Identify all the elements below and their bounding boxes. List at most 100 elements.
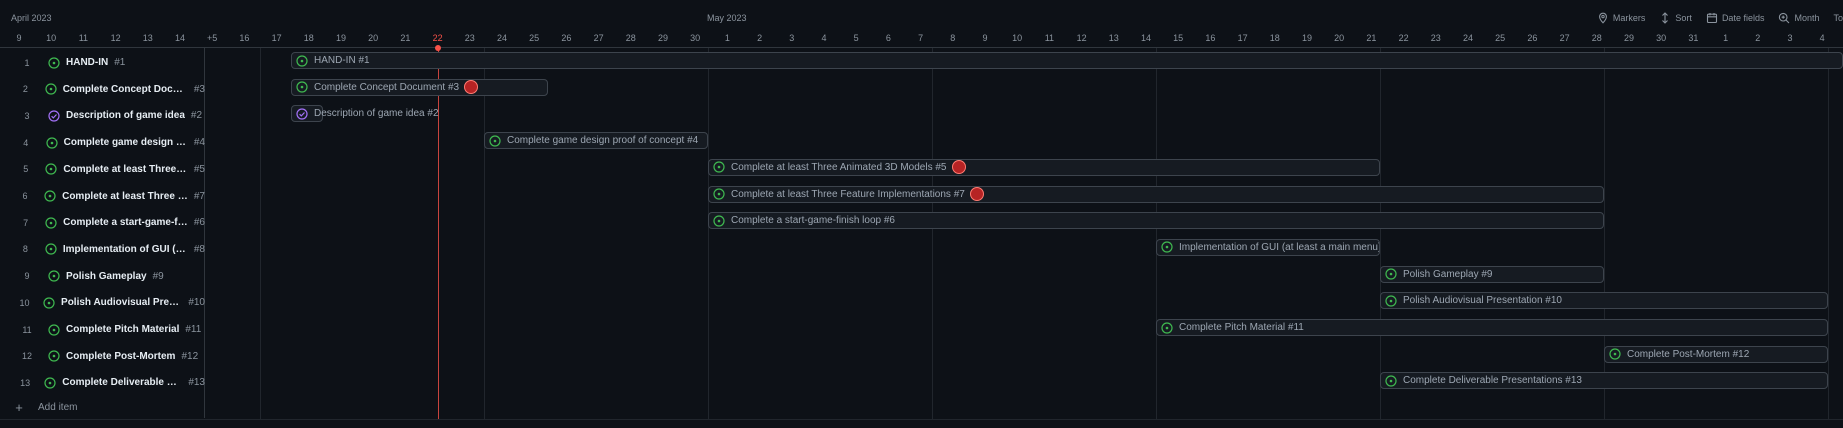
open-issue-icon [1385,268,1397,280]
week-grid-line [932,48,933,420]
item-title[interactable]: Polish Audiovisual Presen... [61,297,182,308]
timeline-bar[interactable]: Complete Pitch Material #11 [1156,319,1828,336]
bar-label: Complete Concept Document #3 [314,81,460,93]
assignee-avatar[interactable] [464,80,479,95]
item-title[interactable]: Implementation of GUI (at ... [63,244,188,255]
item-title[interactable]: Complete at least Three Fe... [62,191,188,202]
item-title[interactable]: Complete Pitch Material [66,324,179,335]
month-label-april: April 2023 [11,13,52,23]
timeline-bar[interactable]: Description of game idea #2 [291,105,439,123]
day-label: 7 [918,33,924,43]
timeline-bar[interactable]: Polish Gameplay #9 [1380,265,1604,283]
list-item[interactable]: 7 Complete a start-game-fin... #6 [0,209,205,236]
list-item[interactable]: 4 Complete game design pr... #4 [0,129,205,156]
list-item[interactable]: 11 Complete Pitch Material #11 [0,316,205,343]
bottom-scroll-area [0,419,1843,428]
timeline-bar[interactable]: Complete a start-game-finish loop #6 [708,212,1604,230]
day-label: 23 [464,33,475,43]
assignee-avatar[interactable] [969,187,984,201]
list-item[interactable]: 10 Polish Audiovisual Presen... #10 [0,289,205,316]
item-title[interactable]: Complete a start-game-fin... [63,217,188,228]
item-title[interactable]: Complete Concept Docum... [63,84,188,95]
add-item-button[interactable]: + Add item [0,396,77,418]
timeline-bar[interactable]: Complete Post-Mortem #12 [1604,345,1828,363]
row-number: 13 [20,377,31,388]
list-item[interactable]: 5 Complete at least Three A... #5 [0,156,205,183]
open-issue-icon [489,134,501,147]
day-label: 3 [789,33,795,43]
list-item[interactable]: 1 HAND-IN #1 [0,49,205,76]
sort-button[interactable]: Sort [1659,12,1692,24]
open-issue-icon [296,54,308,67]
assignee-avatar[interactable] [951,160,966,175]
open-issue-icon [44,190,56,202]
day-label: 26 [561,33,572,43]
timeline-bar[interactable]: Implementation of GUI (at least a main m… [1156,238,1380,256]
row-number: 10 [19,297,30,308]
row-number: 4 [23,137,29,148]
day-label: 11 [1044,33,1055,43]
timeline-bar[interactable]: Complete Concept Document #3 [291,78,548,96]
issue-number: #5 [193,163,205,175]
issue-number: #2 [190,110,203,122]
open-issue-icon [1385,295,1397,307]
list-item[interactable]: 3 Description of game idea #2 [0,102,205,129]
week-grid-line [260,48,261,420]
item-title[interactable]: Complete at least Three A... [63,164,187,175]
markers-label: Markers [1612,13,1646,23]
day-label: 25 [529,33,540,43]
item-title[interactable]: Description of game idea [66,110,185,121]
timeline-bar[interactable]: Complete Deliverable Presentations #13 [1380,372,1828,390]
header-divider [0,47,1843,48]
sort-arrows-icon [1662,12,1669,24]
list-item[interactable]: 12 Complete Post-Mortem #12 [0,343,205,370]
row-number: 1 [24,57,30,68]
open-issue-icon [45,163,57,175]
open-issue-icon [48,270,60,282]
day-label: 4 [1819,33,1825,43]
zoom-button[interactable]: Month [1778,12,1819,24]
week-grid-line [1380,48,1381,420]
timeline-bar[interactable]: Complete at least Three Feature Implemen… [708,185,1604,203]
week-grid-line [484,48,485,420]
markers-button[interactable]: Markers [1597,12,1646,24]
item-list: 1 HAND-IN #1 2 Complete Concept Docum... #3 3 D… [0,48,205,418]
today-button[interactable]: To [1833,13,1843,23]
list-item[interactable]: 13 Complete Deliverable Pre... #13 [0,369,205,396]
timeline-bar[interactable]: Complete game design proof of concept #4 [484,132,708,150]
list-item[interactable]: 9 Polish Gameplay #9 [0,263,205,290]
timeline-bar[interactable]: Polish Audiovisual Presentation #10 [1380,292,1828,310]
open-issue-icon [713,188,725,200]
item-title[interactable]: Complete Deliverable Pre... [62,377,182,388]
issue-number: #13 [188,377,205,389]
day-label: 28 [625,33,636,43]
timeline-bar[interactable]: Complete at least Three Animated 3D Mode… [708,158,1380,176]
day-label: 28 [1591,33,1602,43]
item-title[interactable]: Complete game design pr... [64,137,188,148]
day-label: 5 [853,33,859,43]
open-issue-icon [43,297,55,309]
issue-number: #3 [193,83,205,95]
open-issue-icon [48,323,60,336]
view-toolbar: Markers Sort Date fields Month To [1597,10,1843,26]
list-item[interactable]: 8 Implementation of GUI (at ... #8 [0,236,205,263]
list-item[interactable]: 6 Complete at least Three Fe... #7 [0,183,205,210]
timeline-bar[interactable]: HAND-IN #1 [291,52,1843,69]
row-number: 8 [22,244,28,255]
open-issue-icon [713,215,725,227]
day-label: 10 [1012,33,1023,43]
item-title[interactable]: Complete Post-Mortem [66,351,175,362]
item-title[interactable]: HAND-IN [66,57,108,68]
day-label: 11 [78,33,89,43]
open-issue-icon [45,243,57,255]
date-fields-button[interactable]: Date fields [1706,12,1765,24]
day-label: 16 [239,33,250,43]
day-label: 1 [724,33,730,43]
issue-number: #4 [193,137,205,149]
plus-icon: + [15,399,23,415]
item-title[interactable]: Polish Gameplay [66,271,147,282]
closed-issue-icon [48,110,60,122]
date-fields-label: Date fields [1721,13,1765,23]
row-number: 12 [21,351,32,362]
list-item[interactable]: 2 Complete Concept Docum... #3 [0,76,205,103]
